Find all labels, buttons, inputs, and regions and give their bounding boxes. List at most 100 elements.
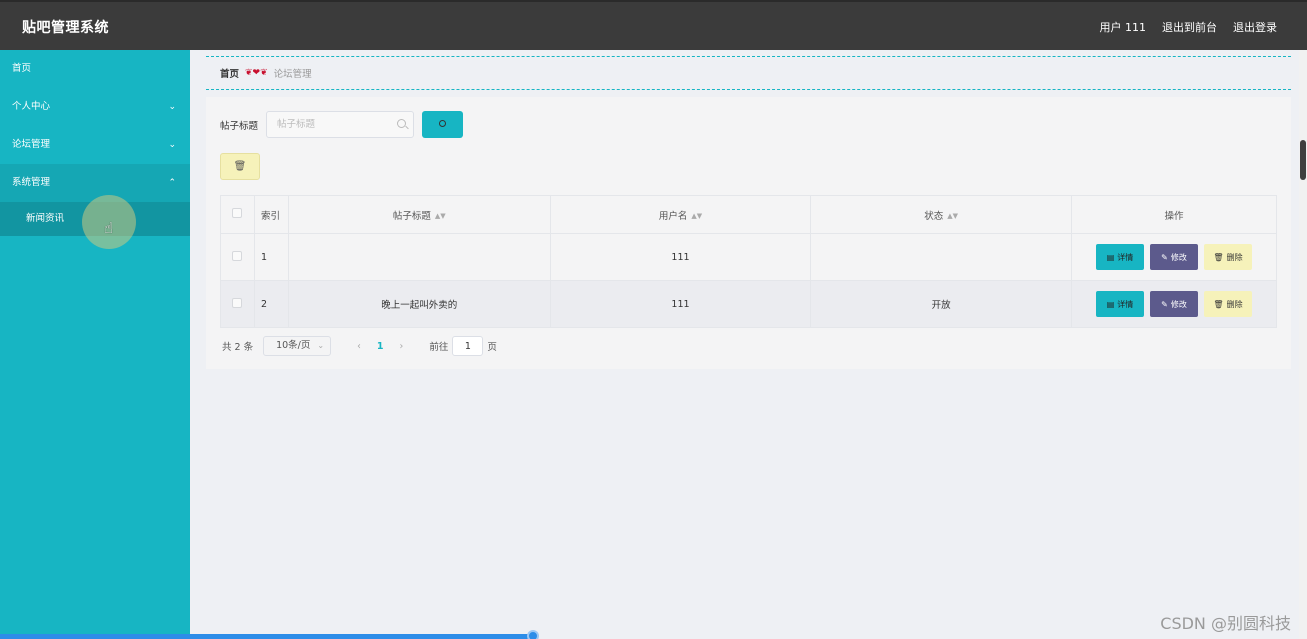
breadcrumb-separator-icon: ❦❤❦ (245, 68, 268, 78)
document-icon: ▤ (1106, 252, 1115, 262)
pencil-icon: ✎ (1161, 299, 1168, 309)
sidebar-subitem-label: 新闻资讯 (26, 213, 65, 224)
row-select[interactable] (220, 233, 255, 281)
next-page-button[interactable]: › (400, 341, 404, 352)
edit-label: 修改 (1170, 299, 1187, 309)
checkbox[interactable] (232, 297, 243, 308)
prev-page-button[interactable]: ‹ (357, 341, 361, 352)
sidebar-subitem-news[interactable]: 新闻资讯 (0, 202, 190, 236)
batch-delete-button[interactable]: 🗑 (220, 153, 260, 180)
sidebar-item-system-management[interactable]: 系统管理 ⌃ (0, 164, 190, 202)
cell-status (810, 233, 1073, 281)
checkbox[interactable] (232, 208, 243, 218)
header-title[interactable]: 帖子标题 ▲▼ (288, 195, 551, 234)
sidebar: 首页 个人中心 ⌄ 论坛管理 ⌄ 系统管理 ⌃ 新闻资讯 (0, 50, 190, 639)
header-operations: 操作 (1071, 195, 1277, 234)
search-box (266, 111, 415, 138)
trash-icon: 🗑 (1213, 299, 1224, 309)
back-to-front-link[interactable]: 退出到前台 (1162, 19, 1217, 35)
search-button[interactable] (422, 111, 464, 138)
page-size-select[interactable]: 10条/页 ⌄ (263, 336, 332, 356)
delete-button[interactable]: 🗑 删除 (1204, 244, 1252, 270)
row-select[interactable] (220, 280, 255, 328)
cell-username: 111 (550, 233, 812, 281)
sort-icon[interactable]: ▲▼ (435, 212, 446, 220)
document-icon: ▤ (1106, 299, 1115, 309)
header-actions: 用户 111 退出到前台 退出登录 (1100, 19, 1278, 35)
chevron-down-icon: ⌄ (168, 140, 176, 150)
page-number-current[interactable]: 1 (377, 341, 384, 352)
detail-label: 详情 (1117, 252, 1134, 262)
pencil-icon: ✎ (1161, 252, 1168, 262)
edit-label: 修改 (1170, 252, 1187, 262)
progress-handle[interactable] (527, 630, 539, 639)
hand-cursor-icon: ☝ (104, 219, 114, 237)
sidebar-item-label: 首页 (12, 63, 32, 74)
breadcrumb: 首页 ❦❤❦ 论坛管理 (206, 56, 1291, 90)
chevron-down-icon: ⌄ (168, 102, 176, 112)
header-select-all[interactable] (220, 195, 255, 234)
detail-button[interactable]: ▤ 详情 (1096, 291, 1144, 317)
table-header-row: 索引 帖子标题 ▲▼ 用户名 ▲▼ 状态 ▲▼ 操作 (220, 195, 1277, 234)
edit-button[interactable]: ✎ 修改 (1150, 244, 1198, 270)
page-suffix-label: 页 (487, 342, 497, 353)
delete-label: 删除 (1226, 299, 1243, 309)
progress-bar (0, 634, 534, 639)
table-row: 2 晚上一起叫外卖的 111 开放 ▤ 详情 ✎ 修改 🗑 删除 (220, 280, 1277, 328)
sidebar-item-label: 论坛管理 (12, 139, 51, 150)
posts-table: 索引 帖子标题 ▲▼ 用户名 ▲▼ 状态 ▲▼ 操作 1 111 ▤ 详情 ✎ 修改 🗑 删… (220, 195, 1277, 328)
breadcrumb-home[interactable]: 首页 (220, 66, 239, 80)
chevron-down-icon: ⌄ (317, 341, 325, 350)
trash-icon: 🗑 (1213, 252, 1224, 262)
cell-username: 111 (550, 280, 812, 328)
checkbox[interactable] (232, 250, 243, 261)
scrollbar-thumb[interactable] (1300, 140, 1306, 180)
breadcrumb-current: 论坛管理 (273, 69, 312, 80)
search-input[interactable] (267, 112, 414, 137)
search-icon (397, 119, 407, 128)
sidebar-item-home[interactable]: 首页 (0, 50, 190, 88)
logout-link[interactable]: 退出登录 (1233, 19, 1277, 35)
main-panel: 帖子标题 🗑 索引 帖子标题▲▼ 用户名▲▼ 状态▲▼ 操作 1 (206, 97, 1291, 369)
header-username[interactable]: 用户名 ▲▼ (550, 195, 812, 234)
header-status[interactable]: 状态 ▲▼ (810, 195, 1073, 234)
delete-label: 删除 (1226, 252, 1243, 262)
pagination: 共 2 条 10条/页 ⌄ ‹ 1 › 前往 页 (222, 336, 497, 356)
header-index: 索引 (254, 195, 289, 234)
vertical-scrollbar[interactable] (1299, 50, 1307, 639)
header-status-label: 状态 (924, 210, 944, 222)
sort-icon[interactable]: ▲▼ (691, 212, 702, 220)
page-jump-input[interactable] (452, 336, 484, 356)
cell-title: 晚上一起叫外卖的 (288, 280, 551, 328)
cell-index: 2 (254, 280, 289, 328)
detail-label: 详情 (1117, 299, 1134, 309)
delete-button[interactable]: 🗑 删除 (1204, 291, 1252, 317)
table-row: 1 111 ▤ 详情 ✎ 修改 🗑 删除 (220, 233, 1277, 281)
sort-icon[interactable]: ▲▼ (947, 212, 958, 220)
total-count: 共 2 条 (222, 342, 254, 353)
header-username-label: 用户名 (658, 210, 688, 222)
sidebar-item-forum-management[interactable]: 论坛管理 ⌄ (0, 126, 190, 164)
cell-index: 1 (254, 233, 289, 281)
header-operations-label: 操作 (1164, 210, 1184, 222)
cell-title (288, 233, 551, 281)
search-icon (439, 120, 447, 127)
detail-button[interactable]: ▤ 详情 (1096, 244, 1144, 270)
search-row: 帖子标题 (220, 111, 464, 138)
sidebar-item-label: 个人中心 (12, 101, 51, 112)
page-size-value: 10条/页 (276, 340, 311, 351)
row-actions: ▤ 详情 ✎ 修改 🗑 删除 (1072, 244, 1276, 270)
trash-icon: 🗑 (233, 161, 247, 172)
row-actions: ▤ 详情 ✎ 修改 🗑 删除 (1072, 291, 1276, 317)
cell-operations: ▤ 详情 ✎ 修改 🗑 删除 (1071, 233, 1277, 281)
header-index-label: 索引 (260, 210, 280, 222)
current-user: 用户 111 (1099, 21, 1147, 34)
search-label: 帖子标题 (220, 120, 259, 132)
cell-operations: ▤ 详情 ✎ 修改 🗑 删除 (1071, 280, 1277, 328)
header-title-label: 帖子标题 (392, 210, 431, 222)
goto-label: 前往 (429, 342, 449, 353)
top-header: 贴吧管理系统 用户 111 退出到前台 退出登录 (0, 0, 1307, 50)
sidebar-item-personal-center[interactable]: 个人中心 ⌄ (0, 88, 190, 126)
watermark: CSDN @别圆科技 (1160, 614, 1291, 633)
edit-button[interactable]: ✎ 修改 (1150, 291, 1198, 317)
